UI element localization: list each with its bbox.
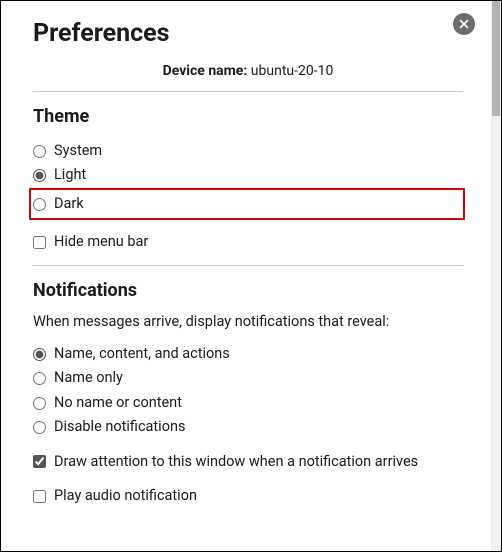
notif-option-none[interactable]: No name or content — [33, 391, 463, 415]
theme-label-system: System — [54, 140, 102, 162]
page-title: Preferences — [33, 19, 463, 49]
theme-option-light[interactable]: Light — [33, 163, 463, 187]
divider — [33, 265, 463, 266]
theme-option-system[interactable]: System — [33, 139, 463, 163]
notif-option-full[interactable]: Name, content, and actions — [33, 342, 463, 366]
close-button[interactable] — [453, 13, 475, 35]
notifications-intro: When messages arrive, display notificati… — [33, 313, 463, 330]
theme-radio-light[interactable] — [33, 169, 46, 182]
device-name-label: Device name: — [163, 63, 248, 79]
notif-radio-name-only[interactable] — [33, 372, 46, 385]
theme-label-light: Light — [54, 164, 86, 186]
play-audio-checkbox[interactable] — [33, 490, 46, 503]
theme-heading: Theme — [33, 106, 463, 127]
hide-menu-bar-label: Hide menu bar — [54, 231, 148, 253]
notifications-heading: Notifications — [33, 280, 463, 301]
scrollbar-track[interactable] — [491, 1, 501, 551]
notif-label-full: Name, content, and actions — [54, 343, 230, 365]
notif-radio-disabled[interactable] — [33, 421, 46, 434]
notif-label-name-only: Name only — [54, 367, 123, 389]
scrollbar-thumb[interactable] — [492, 1, 500, 116]
notif-label-disabled: Disable notifications — [54, 416, 185, 438]
hide-menu-bar-checkbox[interactable] — [33, 236, 46, 249]
notif-radio-full[interactable] — [33, 348, 46, 361]
theme-radio-system[interactable] — [33, 145, 46, 158]
theme-radio-dark[interactable] — [33, 198, 46, 211]
theme-option-dark[interactable]: Dark — [33, 192, 459, 216]
divider — [33, 91, 463, 92]
notif-label-none: No name or content — [54, 392, 182, 414]
draw-attention-label: Draw attention to this window when a not… — [54, 451, 418, 473]
dark-option-highlight: Dark — [29, 188, 465, 220]
preferences-panel: Preferences Device name: ubuntu-20-10 Th… — [1, 1, 491, 517]
play-audio-label: Play audio notification — [54, 485, 197, 507]
close-icon — [459, 19, 469, 29]
draw-attention-checkbox[interactable] — [33, 455, 46, 468]
device-name-row: Device name: ubuntu-20-10 — [33, 63, 463, 79]
notif-option-name-only[interactable]: Name only — [33, 366, 463, 390]
play-audio-option[interactable]: Play audio notification — [33, 484, 463, 508]
notif-radio-none[interactable] — [33, 397, 46, 410]
draw-attention-option[interactable]: Draw attention to this window when a not… — [33, 450, 463, 474]
notif-option-disabled[interactable]: Disable notifications — [33, 415, 463, 439]
hide-menu-bar-option[interactable]: Hide menu bar — [33, 230, 463, 254]
theme-label-dark: Dark — [54, 193, 84, 215]
device-name-value: ubuntu-20-10 — [251, 63, 334, 79]
